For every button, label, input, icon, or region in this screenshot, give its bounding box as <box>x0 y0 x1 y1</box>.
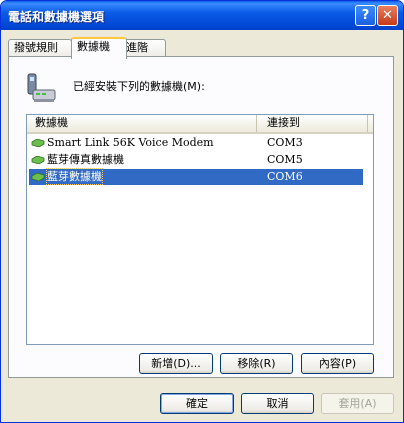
column-header-modem[interactable]: 數據機 <box>27 115 257 132</box>
modem-name: 藍芽數據機 <box>46 168 103 185</box>
remove-button[interactable]: 移除(R) <box>220 353 293 374</box>
tab-bar: 撥號規則 數據機 進階 <box>8 37 394 59</box>
title-bar[interactable]: 電話和數據機選項 ? ✕ <box>1 1 403 30</box>
modem-port: COM5 <box>267 153 303 166</box>
help-button[interactable]: ? <box>355 5 376 26</box>
window-title: 電話和數據機選項 <box>8 10 105 24</box>
modem-port: COM3 <box>267 136 303 149</box>
apply-button[interactable]: 套用(A) <box>321 393 394 414</box>
list-item[interactable]: 藍芽傳真數據機 COM5 <box>29 152 363 168</box>
properties-button[interactable]: 內容(P) <box>301 353 374 374</box>
column-header-attached-to[interactable]: 連接到 <box>258 115 368 132</box>
dialog-window: 電話和數據機選項 ? ✕ 撥號規則 數據機 進階 已經安裝下列的數據機(M): … <box>0 0 404 423</box>
modem-name: Smart Link 56K Voice Modem <box>47 136 214 149</box>
modem-icon <box>31 156 45 164</box>
modems-panel: 已經安裝下列的數據機(M): 數據機 連接到 Smart Link 56K Vo… <box>8 56 394 378</box>
close-button[interactable]: ✕ <box>377 5 398 26</box>
ok-button[interactable]: 確定 <box>160 393 234 414</box>
modem-port: COM6 <box>267 170 303 183</box>
list-item[interactable]: Smart Link 56K Voice Modem COM3 <box>29 135 363 151</box>
modem-name: 藍芽傳真數據機 <box>47 153 124 166</box>
modem-phone-icon <box>27 73 56 102</box>
list-item-selected[interactable]: 藍芽數據機 COM6 <box>29 168 363 185</box>
modem-list[interactable]: 數據機 連接到 Smart Link 56K Voice Modem COM3 … <box>26 114 374 345</box>
tab-modems[interactable]: 數據機 <box>71 37 127 59</box>
tab-dialing-rules[interactable]: 撥號規則 <box>8 39 72 57</box>
modem-icon <box>31 173 45 181</box>
modem-icon <box>31 139 45 147</box>
add-button[interactable]: 新增(D)... <box>139 353 213 374</box>
cancel-button[interactable]: 取消 <box>241 393 314 414</box>
list-header: 數據機 連接到 <box>27 115 373 134</box>
installed-modems-label: 已經安裝下列的數據機(M): <box>73 80 205 93</box>
